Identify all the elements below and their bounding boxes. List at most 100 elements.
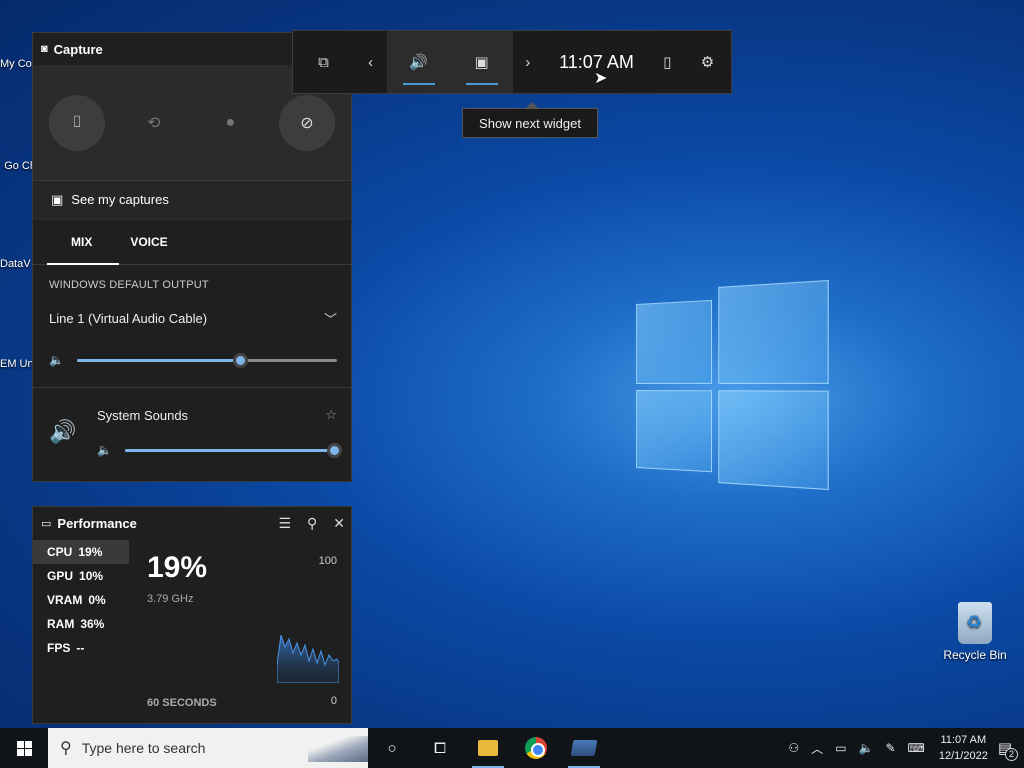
chevron-right-icon: › [525, 54, 530, 71]
speaker-small-icon: 🔈 [49, 353, 64, 367]
search-icon: ⚲ [60, 738, 72, 758]
cpu-usage-area [277, 635, 339, 683]
audio-widget-button[interactable]: 🔊 [387, 31, 450, 93]
taskbar-clock[interactable]: 11:07 AM 12/1/2022 [939, 732, 988, 764]
speaker-large-icon: 🔊 [49, 419, 76, 445]
performance-title: Performance [57, 516, 136, 531]
desktop-icon-chrome[interactable]: Go Ch [0, 160, 36, 172]
xbox-icon [571, 740, 598, 756]
start-button[interactable] [0, 728, 48, 768]
metric-vram[interactable]: VRAM 0% [33, 588, 129, 612]
pin-icon[interactable]: ⚲ [307, 515, 317, 532]
metric-cpu[interactable]: CPU 19% [33, 540, 129, 564]
audio-icon: 🔊 [409, 53, 428, 71]
search-highlight-image [308, 736, 368, 762]
graph-min-label: 0 [331, 695, 337, 707]
notifications-button[interactable]: ▤ 2 [998, 739, 1012, 757]
desktop-icon-datav[interactable]: DataV [0, 258, 36, 270]
chevron-left-icon: ‹ [368, 54, 373, 71]
audio-mixer: WINDOWS DEFAULT OUTPUT Line 1 (Virtual A… [33, 265, 351, 481]
record-dot-icon: ● [225, 114, 235, 132]
record-last-icon: ⟲ [147, 113, 160, 133]
system-sounds-volume-fill [125, 449, 335, 452]
chevron-up-icon[interactable]: ︿ [811, 740, 823, 757]
system-sounds-label: System Sounds [97, 408, 188, 423]
recycle-bin-label: Recycle Bin [938, 648, 1012, 662]
camera-icon: ⌷ [72, 114, 82, 132]
taskbar: ⚲ Type here to search ○ ⧠ ⚇ ︿ ▭ 🔈 ✎ ⌨ 11… [0, 728, 1024, 768]
cpu-big-value: 19% [147, 551, 207, 585]
cortana-icon: ○ [387, 740, 396, 757]
options-icon[interactable]: ☰ [278, 515, 291, 532]
desktop-icon-my-computer[interactable]: My Co [0, 58, 36, 70]
divider [33, 387, 351, 388]
screenshot-button[interactable]: ⌷ [49, 95, 105, 151]
taskbar-time: 11:07 AM [939, 732, 988, 748]
system-sounds-volume-slider[interactable] [125, 449, 335, 452]
previous-widget-button[interactable]: ‹ [354, 31, 387, 93]
next-widget-button[interactable]: › [513, 31, 542, 93]
mouse-icon: ▯ [663, 53, 671, 71]
windows-logo-wallpaper [636, 278, 831, 493]
speaker-small-icon: 🔈 [97, 443, 112, 457]
star-icon[interactable]: ☆ [325, 407, 337, 423]
windows-icon [17, 741, 32, 756]
notification-count: 2 [1005, 748, 1018, 761]
file-explorer-button[interactable] [464, 728, 512, 768]
see-my-captures-link[interactable]: ▣ See my captures [33, 180, 351, 218]
taskbar-date: 12/1/2022 [939, 748, 988, 764]
chevron-down-icon[interactable]: ﹀ [324, 309, 337, 328]
desktop-icon-recycle-bin[interactable]: Recycle Bin [938, 602, 1012, 662]
performance-tools: ☰ ⚲ ✕ [278, 507, 345, 539]
capture-widget-button[interactable]: ▣ [450, 31, 513, 93]
system-sounds-volume-knob[interactable] [327, 443, 342, 458]
capture-widget-icon: ◙ [41, 43, 48, 55]
graph-max-label: 100 [319, 555, 337, 567]
close-icon[interactable]: ✕ [333, 515, 345, 532]
performance-widget: ▭ Performance ☰ ⚲ ✕ CPU 19% GPU 10% VRAM 0%… [32, 506, 352, 724]
cortana-button[interactable]: ○ [368, 728, 416, 768]
task-view-button[interactable]: ⧠ [416, 728, 464, 768]
see-my-captures-label: See my captures [71, 192, 169, 207]
gear-icon: ⚙ [701, 53, 714, 71]
metric-fps[interactable]: FPS -- [33, 636, 129, 660]
mouse-button[interactable]: ▯ [651, 31, 684, 93]
record-last-button[interactable]: ⟲ [126, 95, 182, 151]
tab-voice[interactable]: VOICE [130, 235, 167, 249]
people-icon[interactable]: ⚇ [788, 741, 799, 755]
widget-menu-button[interactable]: ⧉ [293, 31, 354, 93]
mouse-cursor-icon: ➤ [594, 68, 607, 88]
default-output-volume-fill [77, 359, 241, 362]
metric-gpu[interactable]: GPU 10% [33, 564, 129, 588]
taskbar-search[interactable]: ⚲ Type here to search [48, 728, 368, 768]
metric-list: CPU 19% GPU 10% VRAM 0% RAM 36% FPS -- [33, 540, 129, 660]
mic-toggle-button[interactable]: ⊘ [279, 95, 335, 151]
capture-icon: ▣ [474, 53, 488, 71]
monitor-icon: ▭ [41, 517, 51, 530]
network-icon[interactable]: ▭ [835, 741, 846, 755]
system-tray: ⚇ ︿ ▭ 🔈 ✎ ⌨ 11:07 AM 12/1/2022 ▤ 2 [782, 728, 1024, 768]
pen-icon[interactable]: ✎ [885, 741, 895, 755]
performance-title-bar: ▭ Performance ☰ ⚲ ✕ [33, 507, 351, 539]
xbox-game-bar-button[interactable] [560, 728, 608, 768]
widget-menu-icon: ⧉ [318, 54, 329, 71]
keyboard-icon[interactable]: ⌨ [908, 741, 925, 755]
chrome-button[interactable] [512, 728, 560, 768]
volume-icon[interactable]: 🔈 [859, 741, 874, 755]
desktop-icon-em-unlo[interactable]: EM UnLo [0, 358, 36, 370]
recycle-bin-icon [958, 602, 992, 644]
cpu-usage-graph [277, 625, 339, 683]
audio-tabs: MIX VOICE [33, 220, 351, 265]
game-bar: ⧉ ‹ 🔊 ▣ › 11:07 AM ▯ ⚙ [292, 30, 732, 94]
output-section-label: WINDOWS DEFAULT OUTPUT [49, 279, 209, 291]
task-view-icon: ⧠ [434, 740, 446, 757]
tab-mix[interactable]: MIX [71, 235, 92, 249]
folder-icon [478, 740, 498, 756]
output-device-select[interactable]: Line 1 (Virtual Audio Cable) [49, 311, 207, 326]
default-output-volume-slider[interactable] [77, 359, 337, 362]
metric-ram[interactable]: RAM 36% [33, 612, 129, 636]
start-recording-button[interactable]: ● [202, 95, 258, 151]
gallery-icon: ▣ [51, 192, 63, 208]
settings-button[interactable]: ⚙ [684, 31, 731, 93]
default-output-volume-knob[interactable] [233, 353, 248, 368]
